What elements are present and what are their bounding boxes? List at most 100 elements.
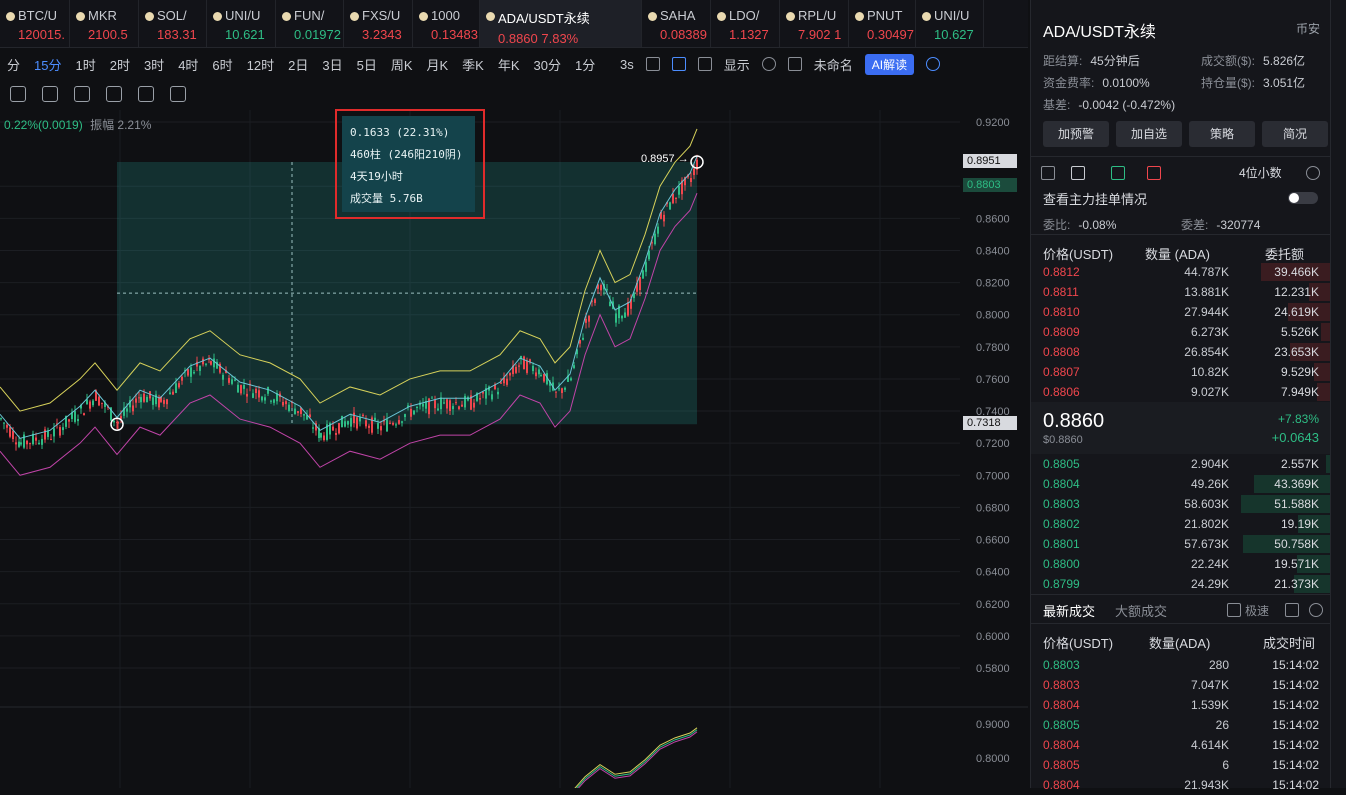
ob-header-qty[interactable]: 数量 (ADA): [1145, 244, 1210, 263]
tab-symbol[interactable]: FXS/U 3.2343: [344, 0, 413, 47]
settings-icon[interactable]: [761, 57, 776, 71]
watchlist-button[interactable]: 加自选: [1116, 121, 1182, 147]
orderbook-row[interactable]: 0.8808 26.854K 23.653K: [1031, 342, 1331, 362]
timeframe-option[interactable]: 12时: [240, 55, 281, 74]
fullscreen-icon[interactable]: [787, 57, 802, 71]
candle-body: [389, 422, 391, 424]
timeframe-option[interactable]: 季K: [455, 55, 491, 74]
tab-symbol[interactable]: MKR 2100.5: [70, 0, 139, 47]
tab-symbol[interactable]: ADA/USDT永续 0.8860 7.83%: [480, 0, 642, 47]
candle-body: [672, 193, 674, 204]
timeframe-option[interactable]: 15分: [27, 55, 68, 74]
strategy-button[interactable]: 策略: [1189, 121, 1255, 147]
ob-sell-icon[interactable]: [1147, 166, 1161, 180]
candle-body: [44, 429, 46, 440]
draw-select-icon[interactable]: [697, 57, 712, 71]
tab-symbol[interactable]: SAHA 0.08389: [642, 0, 711, 47]
sort-icon[interactable]: [1285, 603, 1299, 617]
fast-checkbox[interactable]: [1227, 603, 1241, 617]
brush-icon[interactable]: [106, 86, 122, 102]
tab-symbol[interactable]: UNI/U 10.621: [207, 0, 276, 47]
trade-time: 15:14:02: [1272, 698, 1319, 712]
orderbook-row[interactable]: 0.8809 6.273K 5.526K: [1031, 322, 1331, 342]
timeframe-option[interactable]: 1时: [68, 55, 102, 74]
timeframe-option[interactable]: 月K: [420, 55, 456, 74]
ob-buy-icon[interactable]: [1111, 166, 1125, 180]
tab-large-trades[interactable]: 大额成交: [1115, 601, 1167, 620]
candle-body: [53, 428, 55, 437]
trade-settings-icon[interactable]: [1309, 603, 1323, 617]
decimals-select[interactable]: 4位小数: [1239, 164, 1282, 181]
depth-toggle[interactable]: [1288, 192, 1318, 204]
candle-body: [12, 430, 14, 440]
refresh-interval[interactable]: 3s: [620, 57, 634, 72]
trash-icon[interactable]: [170, 86, 186, 102]
candle-body: [461, 404, 463, 407]
timeframe-option[interactable]: 5日: [350, 55, 384, 74]
orderbook-row[interactable]: 0.8804 49.26K 43.369K: [1031, 474, 1331, 494]
layout-select[interactable]: 未命名: [814, 55, 853, 74]
tab-symbol-price: 0.13483: [431, 27, 478, 42]
candle-body: [199, 365, 201, 371]
timeframe-option[interactable]: 周K: [384, 55, 420, 74]
tab-latest-trades[interactable]: 最新成交: [1043, 601, 1095, 620]
price-chart[interactable]: 0.92000.88000.86000.84000.82000.80000.78…: [0, 110, 1028, 788]
candle-body: [654, 233, 656, 245]
candle-body: [231, 379, 233, 384]
share-icon[interactable]: [926, 57, 941, 71]
ob-settings-icon[interactable]: [1306, 166, 1320, 180]
filter-icon[interactable]: [138, 86, 154, 102]
timeframe-option[interactable]: 年K: [491, 55, 527, 74]
tab-symbol[interactable]: UNI/U 10.627: [916, 0, 984, 47]
orderbook-row[interactable]: 0.8807 10.82K 9.529K: [1031, 362, 1331, 382]
orderbook-row[interactable]: 0.8802 21.802K 19.19K: [1031, 514, 1331, 534]
timeframe-option[interactable]: 3时: [137, 55, 171, 74]
chart-canvas[interactable]: 0.92000.88000.86000.84000.82000.80000.78…: [0, 110, 1028, 788]
note-icon[interactable]: [74, 86, 90, 102]
alert-button[interactable]: 加预警: [1043, 121, 1109, 147]
timeframe-option[interactable]: 2日: [281, 55, 315, 74]
ob-header-total[interactable]: 委托额: [1265, 244, 1304, 263]
ob-both-icon[interactable]: [1041, 166, 1055, 180]
timeframe-option[interactable]: 3日: [315, 55, 349, 74]
candle-type-icon[interactable]: [10, 86, 26, 102]
timeframe-option[interactable]: 4时: [171, 55, 205, 74]
tab-symbol[interactable]: RPL/U 7.902 1: [780, 0, 849, 47]
display-button[interactable]: 显示: [724, 55, 750, 74]
camera-icon[interactable]: [645, 57, 660, 71]
ai-analysis-button[interactable]: AI解读: [864, 53, 915, 75]
timeframe-option[interactable]: 2时: [103, 55, 137, 74]
orderbook-row[interactable]: 0.8806 9.027K 7.949K: [1031, 382, 1331, 402]
price-axis-label: 0.5800: [976, 663, 1010, 675]
orderbook-row[interactable]: 0.8811 13.881K 12.231K: [1031, 282, 1331, 302]
exchange-label[interactable]: 币安: [1296, 20, 1320, 37]
tab-symbol[interactable]: BTC/U 120015.: [0, 0, 70, 47]
orderbook-row[interactable]: 0.8810 27.944K 24.619K: [1031, 302, 1331, 322]
candle-body: [29, 443, 31, 445]
pen-icon[interactable]: [671, 57, 686, 71]
tab-symbol[interactable]: 1000 0.13483: [413, 0, 480, 47]
timeframe-option[interactable]: 1分: [568, 55, 602, 74]
orderbook-row[interactable]: 0.8800 22.24K 19.571K: [1031, 554, 1331, 574]
orderbook-row[interactable]: 0.8801 57.673K 50.758K: [1031, 534, 1331, 554]
candle-body: [588, 315, 590, 322]
trade-time: 15:14:02: [1272, 678, 1319, 692]
timeframe-option[interactable]: 30分: [527, 55, 568, 74]
orderbook-row[interactable]: 0.8805 2.904K 2.557K: [1031, 454, 1331, 474]
lock-icon[interactable]: [42, 86, 58, 102]
depth-link[interactable]: 查看主力挂单情况: [1043, 189, 1147, 208]
overview-button[interactable]: 简况: [1262, 121, 1328, 147]
orderbook-row[interactable]: 0.8799 24.29K 21.373K: [1031, 574, 1331, 594]
timeframe-option[interactable]: 分: [0, 55, 27, 74]
tab-symbol[interactable]: LDO/1.1327: [711, 0, 780, 47]
trade-header-qty[interactable]: 数量(ADA): [1149, 633, 1210, 652]
timeframe-option[interactable]: 6时: [205, 55, 239, 74]
orderbook-row[interactable]: 0.8812 44.787K 39.466K: [1031, 262, 1331, 282]
orderbook-row[interactable]: 0.8803 58.603K 51.588K: [1031, 494, 1331, 514]
tab-symbol-price: 7.902 1: [798, 27, 842, 42]
ob-bids-icon[interactable]: [1071, 166, 1085, 180]
tab-symbol[interactable]: PNUT 0.30497: [849, 0, 916, 47]
tab-symbol[interactable]: SOL/183.31: [139, 0, 207, 47]
tab-symbol[interactable]: FUN/0.01972: [276, 0, 344, 47]
ob-total: 19.571K: [1274, 557, 1319, 571]
